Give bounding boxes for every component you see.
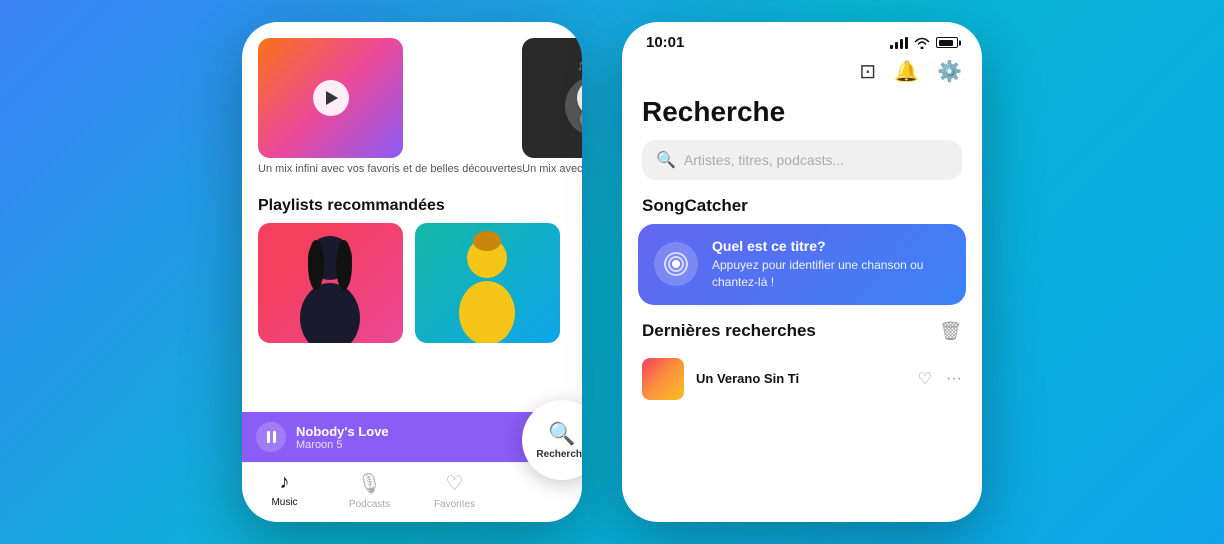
recent-search-item[interactable]: Un Verano Sin Ti ♡ ···: [622, 352, 982, 406]
play-button-1[interactable]: [313, 80, 349, 116]
search-input-icon: 🔍: [656, 150, 676, 170]
card-description-1: Un mix infini avec vos favoris et de bel…: [258, 158, 522, 177]
search-circle-label: Recherche: [536, 449, 582, 460]
songcatcher-icon: [654, 242, 698, 286]
podcast-icon: 🎙: [357, 471, 382, 496]
nav-podcasts[interactable]: 🎙 Podcasts: [327, 471, 412, 510]
nav-podcasts-label: Podcasts: [349, 499, 390, 510]
status-bar: 10:01: [622, 22, 982, 55]
status-time: 10:01: [646, 34, 684, 51]
top-action-icons: ⊡ 🔔 ⚙️: [622, 55, 982, 92]
nav-favorites-label: Favorites: [434, 499, 475, 510]
play-icon-1: [326, 91, 338, 105]
playlist-card-1[interactable]: [258, 223, 403, 343]
nav-music[interactable]: ♪ Music: [242, 471, 327, 510]
settings-icon[interactable]: ⚙️: [937, 59, 962, 84]
search-circle-icon: 🔍: [548, 421, 575, 447]
left-phone: Un mix infini avec vos favoris et de bel…: [242, 22, 582, 522]
recent-item-title: Un Verano Sin Ti: [696, 371, 906, 386]
wifi-icon: [914, 37, 930, 49]
pause-button[interactable]: [256, 422, 286, 452]
nav-favorites[interactable]: ♡ Favorites: [412, 471, 497, 510]
song-info: Nobody's Love Maroon 5: [296, 424, 514, 451]
songcatcher-section-title: SongCatcher: [622, 196, 982, 224]
recent-thumb: [642, 358, 684, 400]
recent-heart-icon[interactable]: ♡: [918, 369, 932, 389]
battery-icon: [936, 37, 958, 48]
songcatcher-tooltip[interactable]: Quel est ce titre? Appuyez pour identifi…: [638, 224, 966, 305]
songcatcher-text: Quel est ce titre? Appuyez pour identifi…: [712, 238, 950, 291]
recent-item-actions: ♡ ···: [918, 369, 962, 389]
cast-icon[interactable]: ⊡: [859, 59, 876, 84]
left-phone-content: Un mix infini avec vos favoris et de bel…: [242, 22, 582, 412]
song-artist: Maroon 5: [296, 439, 514, 451]
recent-item-info: Un Verano Sin Ti: [696, 371, 906, 386]
pause-icon: [267, 431, 276, 443]
status-icons: [890, 37, 958, 49]
right-phone: 10:01 ⊡ 🔔 ⚙️: [622, 22, 982, 522]
album-card-2[interactable]: 🎵 daily: [522, 38, 582, 158]
bell-icon[interactable]: 🔔: [894, 59, 919, 84]
card-description-2: Un mix avec Hamza, Gambi, Ninho, Maes...: [522, 158, 582, 177]
search-input-placeholder: Artistes, titres, podcasts...: [684, 152, 844, 168]
clear-recent-button[interactable]: 🗑: [939, 321, 962, 342]
signal-icon: [890, 37, 908, 49]
playlists-section-title: Playlists recommandées: [242, 185, 582, 223]
song-title: Nobody's Love: [296, 424, 514, 439]
playlist-card-2[interactable]: [415, 223, 560, 343]
album-card-1[interactable]: [258, 38, 403, 158]
album-cards-row: Un mix infini avec vos favoris et de bel…: [242, 22, 582, 185]
playlist-cards-row: [242, 223, 582, 343]
nav-music-label: Music: [271, 497, 297, 508]
bottom-navigation: ♪ Music 🎙 Podcasts ♡ Favorites 🔍 Recherc…: [242, 462, 582, 522]
search-bar[interactable]: 🔍 Artistes, titres, podcasts...: [642, 140, 962, 180]
songcatcher-desc: Appuyez pour identifier une chanson ou c…: [712, 257, 950, 291]
music-icon: ♪: [280, 471, 290, 494]
recent-more-icon[interactable]: ···: [946, 370, 962, 388]
page-title: Recherche: [622, 92, 982, 140]
recent-thumb-image: [642, 358, 684, 400]
songcatcher-rings: [663, 251, 689, 277]
songcatcher-title: Quel est ce titre?: [712, 238, 950, 254]
daily-label: 🎵 daily: [577, 61, 582, 72]
recent-searches-title: Dernières recherches: [642, 321, 816, 341]
recent-searches-header: Dernières recherches 🗑: [622, 317, 982, 352]
favorites-icon: ♡: [446, 471, 464, 496]
